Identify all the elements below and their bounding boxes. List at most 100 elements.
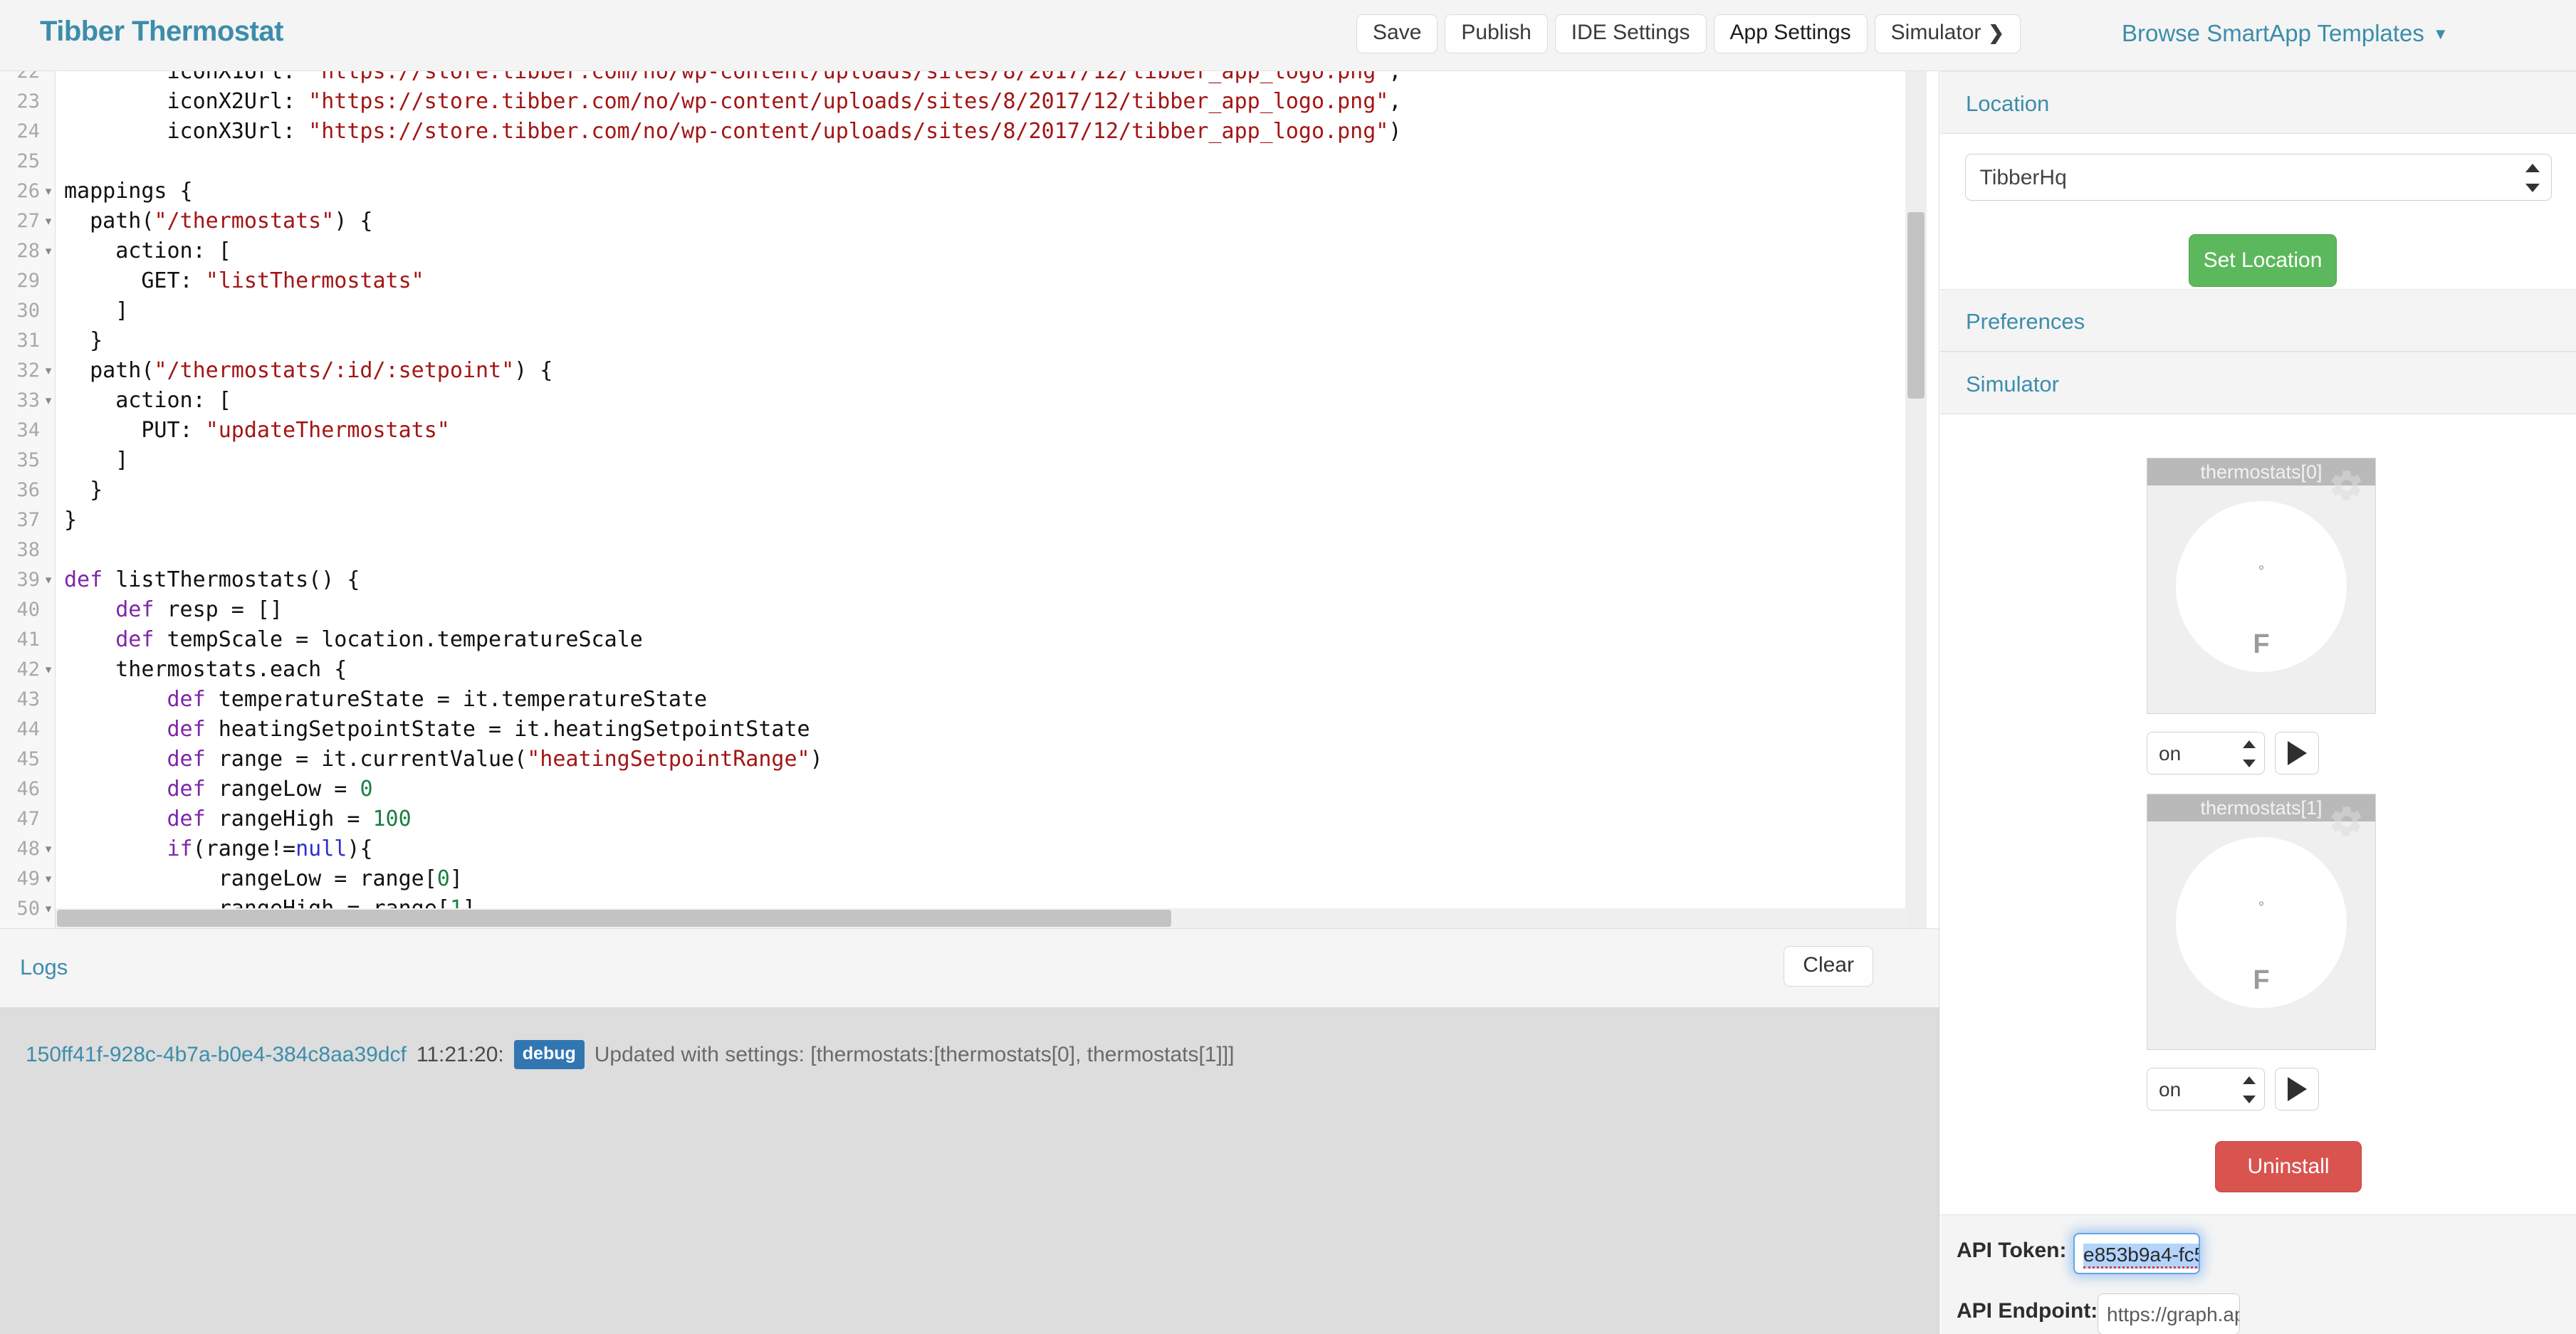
device-play-button[interactable] (2275, 1068, 2319, 1110)
thermostat-dial[interactable]: ° F (2176, 501, 2347, 672)
editor-code-line: action: [ (64, 238, 231, 263)
app-settings-button[interactable]: App Settings (1713, 14, 1868, 53)
api-info-area: API Token: e853b9a4-fc5d- API Endpoint: … (1940, 1214, 2576, 1334)
code-fold-toggle-icon[interactable]: ▾ (40, 834, 57, 864)
editor-code-line: } (64, 508, 78, 532)
editor-vertical-scrollbar-thumb[interactable] (1907, 212, 1925, 399)
gear-icon[interactable] (2328, 467, 2365, 504)
editor-vertical-scrollbar-track[interactable] (1905, 71, 1927, 928)
publish-button[interactable]: Publish (1445, 14, 1548, 53)
thermostat-dial[interactable]: ° F (2176, 837, 2347, 1008)
editor-code-line: path("/thermostats/:id/:setpoint") { (64, 358, 553, 383)
simulator-device-tile[interactable]: thermostats[0] ° F (2147, 458, 2376, 714)
editor-code-line: iconX2Url: "https://store.tibber.com/no/… (64, 89, 1402, 114)
log-entry: 150ff41f-928c-4b7a-b0e4-384c8aa39dcf 11:… (26, 1040, 1235, 1069)
log-entry-message: Updated with settings: [thermostats:[the… (594, 1042, 1235, 1066)
location-select[interactable]: TibberHq (1964, 154, 2552, 201)
code-fold-toggle-icon[interactable]: ▾ (40, 177, 57, 206)
code-fold-toggle-icon[interactable]: ▾ (40, 356, 57, 386)
editor-line-number: 40 (16, 599, 40, 621)
preferences-section-header[interactable]: Preferences (1940, 289, 2576, 352)
code-fold-toggle-icon[interactable]: ▾ (40, 206, 57, 236)
device-state-select[interactable]: on (2147, 1068, 2265, 1110)
device-state-select[interactable]: on (2147, 732, 2265, 774)
editor-line-number: 31 (16, 330, 40, 352)
browse-smartapp-templates-link[interactable]: Browse SmartApp Templates ▼ (2122, 20, 2449, 47)
set-location-button[interactable]: Set Location (2189, 234, 2337, 287)
editor-line-number: 42 (16, 658, 40, 681)
device-play-button[interactable] (2275, 732, 2319, 774)
code-fold-toggle-icon[interactable]: ▾ (40, 386, 57, 416)
editor-code-line: def temperatureState = it.temperatureSta… (167, 687, 708, 712)
play-icon (2287, 741, 2307, 765)
editor-line-number: 41 (16, 629, 40, 651)
ide-settings-button[interactable]: IDE Settings (1554, 14, 1707, 53)
simulator-device-tile[interactable]: thermostats[1] ° F (2147, 794, 2376, 1050)
editor-line-number: 25 (16, 150, 40, 172)
spinner-arrows-icon (2243, 740, 2256, 767)
chevron-down-icon: ▼ (2432, 25, 2449, 43)
save-button[interactable]: Save (1356, 14, 1438, 53)
editor-code-line: if(range!=null){ (167, 836, 373, 861)
editor-line-number: 50 (16, 898, 40, 920)
editor-code-line: thermostats.each { (64, 657, 347, 682)
editor-line-number: 23 (16, 90, 40, 112)
editor-code-line: def tempScale = location.temperatureScal… (115, 627, 643, 652)
device-controls: on (2147, 732, 2319, 774)
location-section-title: Location (1966, 91, 2050, 116)
api-endpoint-value: https://graph.ap (2107, 1303, 2240, 1325)
chevron-right-icon: ❯ (1988, 22, 2005, 43)
publish-button-label: Publish (1461, 21, 1532, 44)
simulator-section-header[interactable]: Simulator (1940, 352, 2576, 414)
editor-horizontal-scrollbar-thumb[interactable] (57, 910, 1171, 927)
log-entry-id[interactable]: 150ff41f-928c-4b7a-b0e4-384c8aa39dcf (26, 1043, 407, 1067)
device-state-value: on (2159, 742, 2182, 765)
editor-line-number: 43 (16, 688, 40, 710)
logs-toolbar: Logs Clear (0, 928, 1939, 1008)
editor-line-number: 24 (16, 120, 40, 142)
code-editor[interactable]: iconX1Url: "https://store.tibber.com/no/… (0, 71, 1939, 928)
editor-code-line: def rangeLow = 0 (167, 777, 373, 802)
editor-line-number: 30 (16, 300, 40, 322)
code-fold-toggle-icon[interactable]: ▾ (40, 236, 57, 266)
ide-settings-button-label: IDE Settings (1571, 21, 1690, 44)
simulator-section-title: Simulator (1966, 372, 2059, 396)
log-entry-time: 11:21:20: (416, 1042, 504, 1066)
editor-line-number: 29 (16, 270, 40, 292)
editor-code-line: def listThermostats() { (64, 567, 360, 592)
editor-line-number: 26 (16, 180, 40, 202)
clear-logs-label: Clear (1803, 953, 1854, 977)
code-fold-toggle-icon[interactable]: ▾ (40, 894, 57, 924)
editor-code-line: iconX1Url: "https://store.tibber.com/no/… (64, 71, 1402, 84)
location-section-header[interactable]: Location (1940, 71, 2576, 134)
editor-line-number: 48 (16, 838, 40, 860)
code-fold-toggle-icon[interactable]: ▾ (40, 565, 57, 595)
editor-code-line: action: [ (64, 388, 231, 413)
editor-code-area[interactable]: iconX1Url: "https://store.tibber.com/no/… (56, 71, 1939, 928)
logs-label[interactable]: Logs (20, 955, 68, 980)
uninstall-button[interactable]: Uninstall (2215, 1141, 2362, 1192)
api-endpoint-field[interactable]: https://graph.ap (2098, 1293, 2240, 1334)
editor-line-number: 34 (16, 419, 40, 441)
device-state-value: on (2159, 1078, 2182, 1101)
app-header: Tibber Thermostat Save Publish IDE Setti… (0, 0, 2576, 71)
editor-code-line: rangeLow = range[0] (64, 866, 463, 891)
editor-line-number: 35 (16, 449, 40, 471)
editor-code-line: def range = it.currentValue("heatingSetp… (167, 747, 823, 772)
simulator-button[interactable]: Simulator ❯ (1874, 14, 2021, 53)
gear-icon[interactable] (2328, 803, 2365, 840)
clear-logs-button[interactable]: Clear (1784, 946, 1873, 987)
api-token-field[interactable]: e853b9a4-fc5d- (2073, 1233, 2200, 1274)
code-fold-toggle-icon[interactable]: ▾ (40, 655, 57, 685)
browse-smartapp-templates-label: Browse SmartApp Templates (2122, 20, 2424, 46)
spinner-arrows-icon (2243, 1076, 2256, 1103)
editor-line-number: 28 (16, 240, 40, 262)
editor-line-number: 45 (16, 748, 40, 770)
spinner-arrows-icon (2525, 164, 2540, 192)
editor-line-number: 49 (16, 868, 40, 890)
editor-code-line: def heatingSetpointState = it.heatingSet… (167, 717, 810, 742)
app-settings-button-label: App Settings (1729, 21, 1851, 44)
log-level-badge: debug (513, 1040, 585, 1069)
device-controls: on (2147, 1068, 2319, 1110)
code-fold-toggle-icon[interactable]: ▾ (40, 864, 57, 894)
